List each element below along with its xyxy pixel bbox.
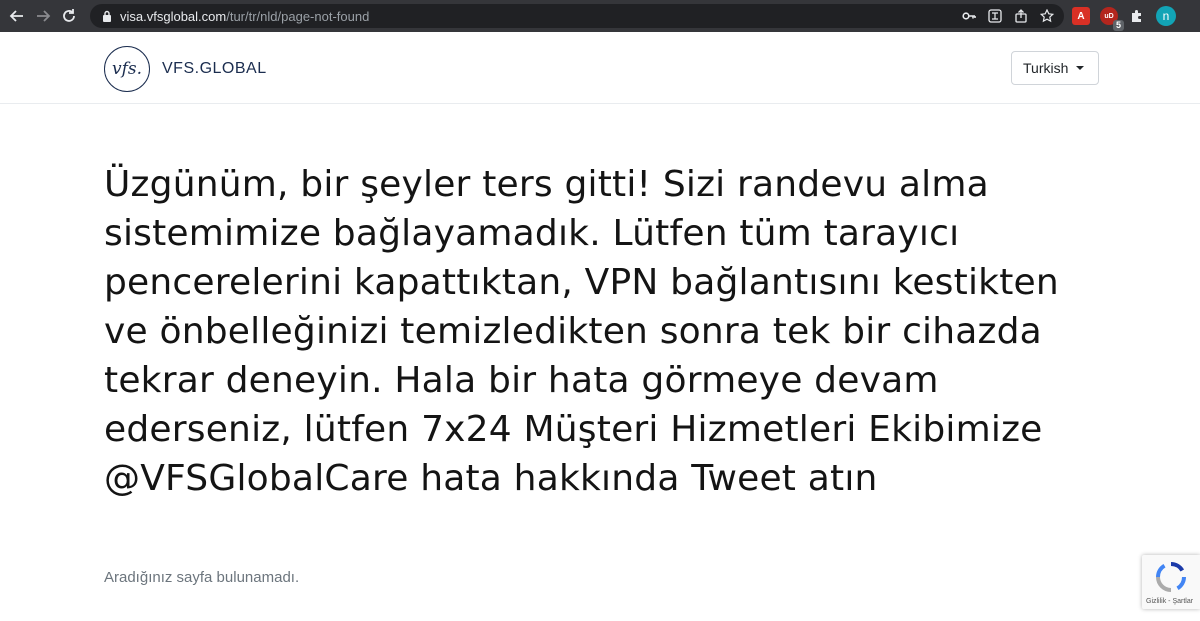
- pdf-extension-icon[interactable]: A: [1072, 7, 1090, 25]
- arrow-left-icon: [9, 10, 23, 22]
- back-button[interactable]: [6, 5, 28, 27]
- error-message: Üzgünüm, bir şeyler ters gitti! Sizi ran…: [104, 164, 1059, 499]
- language-dropdown[interactable]: Turkish: [1011, 51, 1099, 85]
- browser-toolbar: visa.vfsglobal.com/tur/tr/nld/page-not-f…: [0, 0, 1200, 32]
- logo-text: VFS.GLOBAL: [162, 60, 267, 77]
- forward-button[interactable]: [32, 5, 54, 27]
- share-icon[interactable]: [1014, 9, 1028, 23]
- logo-mark: vfs.: [104, 46, 150, 92]
- lock-icon[interactable]: [102, 10, 112, 22]
- translate-icon[interactable]: [988, 9, 1002, 23]
- ublock-extension-icon[interactable]: uD 5: [1100, 7, 1124, 31]
- reload-button[interactable]: [58, 5, 80, 27]
- ublock-badge: 5: [1112, 20, 1124, 31]
- url-text[interactable]: visa.vfsglobal.com/tur/tr/nld/page-not-f…: [120, 9, 369, 24]
- url-host: visa.vfsglobal.com: [120, 8, 227, 24]
- profile-avatar[interactable]: n: [1156, 6, 1176, 26]
- vfs-logo[interactable]: vfs. VFS.GLOBAL: [104, 46, 267, 92]
- reload-icon: [63, 9, 75, 22]
- recaptcha-badge[interactable]: Gizlilik - Şartlar: [1142, 555, 1200, 609]
- site-header: vfs. VFS.GLOBAL Turkish: [0, 32, 1200, 104]
- url-path: /tur/tr/nld/page-not-found: [226, 8, 370, 24]
- recaptcha-links[interactable]: Gizlilik - Şartlar: [1146, 598, 1193, 605]
- ublock-extension-label: uD: [1104, 12, 1114, 20]
- caret-down-icon: [1076, 66, 1085, 70]
- extensions-puzzle-icon[interactable]: [1128, 7, 1146, 25]
- recaptcha-icon: [1155, 561, 1187, 598]
- key-icon[interactable]: [962, 9, 976, 23]
- language-selected: Turkish: [1023, 60, 1069, 76]
- pdf-extension-label: A: [1077, 10, 1085, 22]
- bookmark-star-icon[interactable]: [1040, 9, 1054, 23]
- address-bar[interactable]: visa.vfsglobal.com/tur/tr/nld/page-not-f…: [90, 4, 1064, 28]
- arrow-right-icon: [37, 10, 51, 22]
- page-not-found-text: Aradığınız sayfa bulunamadı.: [104, 569, 300, 586]
